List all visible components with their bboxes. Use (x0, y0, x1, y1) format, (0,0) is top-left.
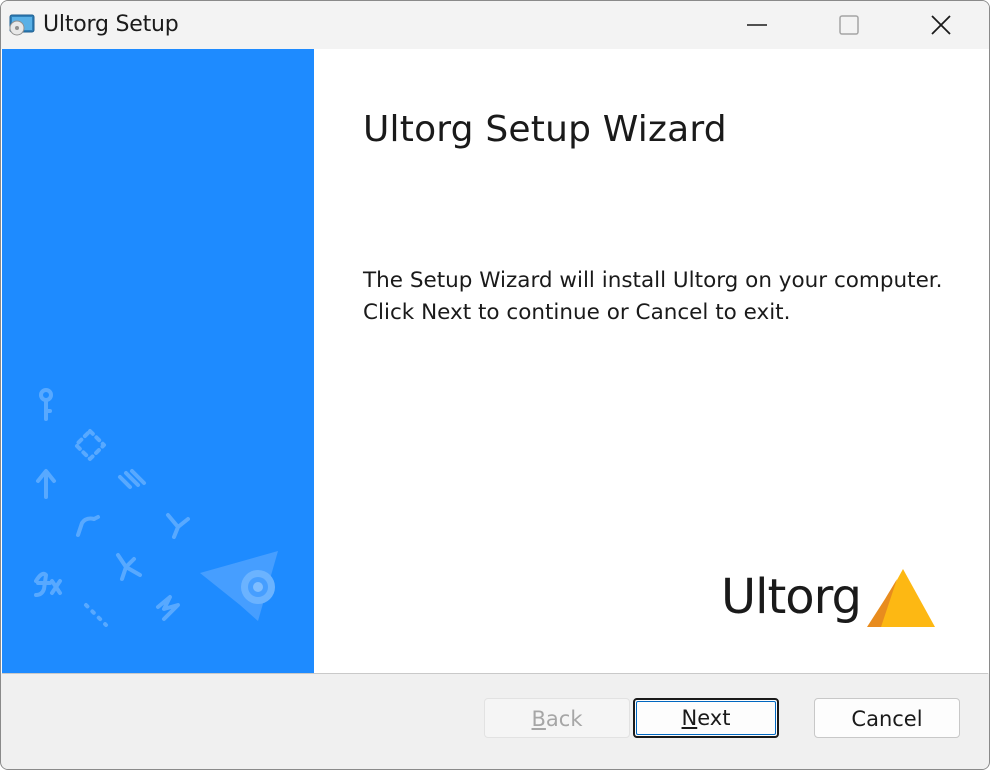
paper-plane-icon (200, 551, 278, 621)
fx-icon (34, 571, 62, 597)
minimize-button[interactable] (711, 1, 803, 49)
close-button[interactable] (895, 1, 987, 49)
window-title: Ultorg Setup (43, 12, 179, 37)
branch-icon (116, 553, 142, 581)
triangle-logo-icon (867, 569, 935, 627)
maximize-button[interactable] (803, 1, 895, 49)
next-button[interactable]: Next (633, 698, 779, 738)
installer-disc-icon (9, 14, 35, 36)
lightning-icon (156, 595, 180, 621)
logo-wordmark: Ultorg (721, 569, 862, 625)
join-icon (166, 513, 190, 539)
side-banner (2, 49, 314, 673)
setup-window: Ultorg Setup Ultorg Setup Wizard The Set… (0, 0, 990, 770)
wizard-description: The Setup Wizard will install Ultorg on … (363, 265, 943, 329)
curve-icon (76, 515, 100, 537)
description-line-1: The Setup Wizard will install Ultorg on … (363, 268, 943, 293)
title-bar[interactable]: Ultorg Setup (1, 1, 989, 49)
back-button[interactable]: Back (484, 698, 630, 738)
dots-icon (84, 603, 108, 627)
side-decoration (34, 388, 278, 627)
next-label: ext (697, 706, 731, 730)
key-icon (39, 388, 53, 421)
ultorg-logo: Ultorg (721, 567, 941, 631)
minimize-icon (747, 24, 767, 26)
arrow-up-icon (36, 469, 56, 499)
description-line-2: Click Next to continue or Cancel to exit… (363, 300, 791, 325)
cancel-button[interactable]: Cancel (814, 698, 960, 738)
back-accelerator: B (531, 707, 546, 731)
button-bar: Back Next Cancel (2, 674, 988, 769)
stripes-icon (118, 469, 146, 489)
close-icon (931, 15, 951, 35)
wizard-heading: Ultorg Setup Wizard (363, 109, 727, 150)
wizard-content: Ultorg Setup Wizard The Setup Wizard wil… (1, 49, 989, 673)
next-accelerator: N (681, 706, 698, 730)
back-label: ack (545, 707, 583, 731)
maximize-icon (839, 15, 859, 35)
dashed-diamond-icon (74, 429, 106, 461)
cancel-label: Cancel (851, 707, 923, 731)
